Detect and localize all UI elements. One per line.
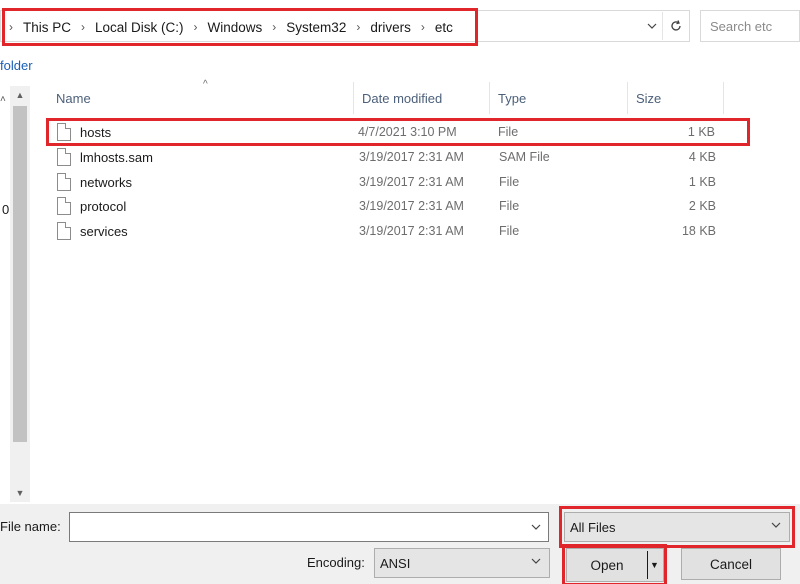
- encoding-label: Encoding:: [307, 555, 365, 570]
- file-icon: [57, 173, 71, 191]
- address-row: › This PC › Local Disk (C:) › Windows › …: [0, 0, 800, 50]
- table-row[interactable]: networks 3/19/2017 2:31 AM File 1 KB: [48, 170, 748, 194]
- table-row[interactable]: protocol 3/19/2017 2:31 AM File 2 KB: [48, 194, 748, 218]
- new-folder-button[interactable]: folder: [0, 58, 33, 73]
- dialog-footer: File name: All Files Encoding: ANSI Open…: [0, 504, 800, 584]
- table-row[interactable]: lmhosts.sam 3/19/2017 2:31 AM SAM File 4…: [48, 145, 748, 169]
- refresh-button[interactable]: [662, 12, 688, 40]
- chevron-right-icon: ›: [356, 20, 361, 34]
- breadcrumb-windows[interactable]: › Windows: [184, 20, 263, 35]
- open-button[interactable]: Open ▼: [566, 548, 664, 582]
- scroll-down-icon[interactable]: ▼: [10, 484, 30, 502]
- table-row[interactable]: hosts 4/7/2021 3:10 PM File 1 KB: [46, 118, 750, 146]
- toolbar: folder: [0, 50, 800, 82]
- column-header-date[interactable]: Date modified: [354, 82, 490, 114]
- chevron-right-icon: ›: [272, 20, 277, 34]
- column-header-row: Name ^ Date modified Type Size: [40, 79, 800, 114]
- chevron-right-icon: ›: [420, 20, 425, 34]
- chevron-down-icon: [531, 555, 541, 567]
- column-header-size[interactable]: Size: [628, 82, 724, 114]
- chevron-right-icon: ›: [81, 20, 86, 34]
- column-header-name[interactable]: Name ^: [48, 79, 354, 114]
- file-type-select[interactable]: All Files: [564, 512, 790, 542]
- chevron-down-icon: ▼: [650, 560, 659, 570]
- column-header-type[interactable]: Type: [490, 82, 628, 114]
- chevron-right-icon: ›: [9, 20, 13, 34]
- chevron-down-icon[interactable]: [528, 519, 544, 535]
- file-icon: [57, 222, 71, 240]
- file-name-input[interactable]: [69, 512, 549, 542]
- cancel-button[interactable]: Cancel: [681, 548, 781, 580]
- chevron-down-icon: [771, 519, 781, 531]
- breadcrumb-system32[interactable]: › System32: [262, 20, 346, 35]
- address-history-button[interactable]: [644, 16, 660, 36]
- chevron-down-icon: [647, 23, 657, 29]
- file-icon: [57, 148, 71, 166]
- nav-scroll-thumb[interactable]: [13, 106, 27, 442]
- nav-item-fragment[interactable]: 0: [2, 202, 9, 217]
- file-list: Name ^ Date modified Type Size hosts 4/7…: [40, 79, 800, 504]
- encoding-select[interactable]: ANSI: [374, 548, 550, 578]
- breadcrumb-local-disk[interactable]: › Local Disk (C:): [71, 20, 184, 35]
- file-name-label: File name:: [0, 519, 61, 534]
- search-input[interactable]: Search etc: [700, 10, 800, 42]
- breadcrumb-drivers[interactable]: › drivers: [346, 20, 411, 35]
- sort-up-icon: ^: [203, 79, 208, 90]
- file-icon: [57, 123, 71, 141]
- file-icon: [57, 197, 71, 215]
- breadcrumb-this-pc[interactable]: › This PC: [9, 20, 71, 35]
- expand-caret-icon[interactable]: ˄: [0, 94, 6, 105]
- nav-scrollbar[interactable]: ▲ ▼: [10, 86, 30, 502]
- chevron-right-icon: ›: [193, 20, 198, 34]
- navigation-pane: ˄ 0 ▲ ▼: [0, 82, 34, 504]
- breadcrumb-etc[interactable]: › etc: [411, 20, 453, 35]
- table-row[interactable]: services 3/19/2017 2:31 AM File 18 KB: [48, 219, 748, 243]
- open-options-button[interactable]: ▼: [647, 551, 661, 579]
- refresh-icon: [670, 20, 681, 31]
- scroll-up-icon[interactable]: ▲: [10, 86, 30, 104]
- breadcrumb: › This PC › Local Disk (C:) › Windows › …: [2, 8, 478, 46]
